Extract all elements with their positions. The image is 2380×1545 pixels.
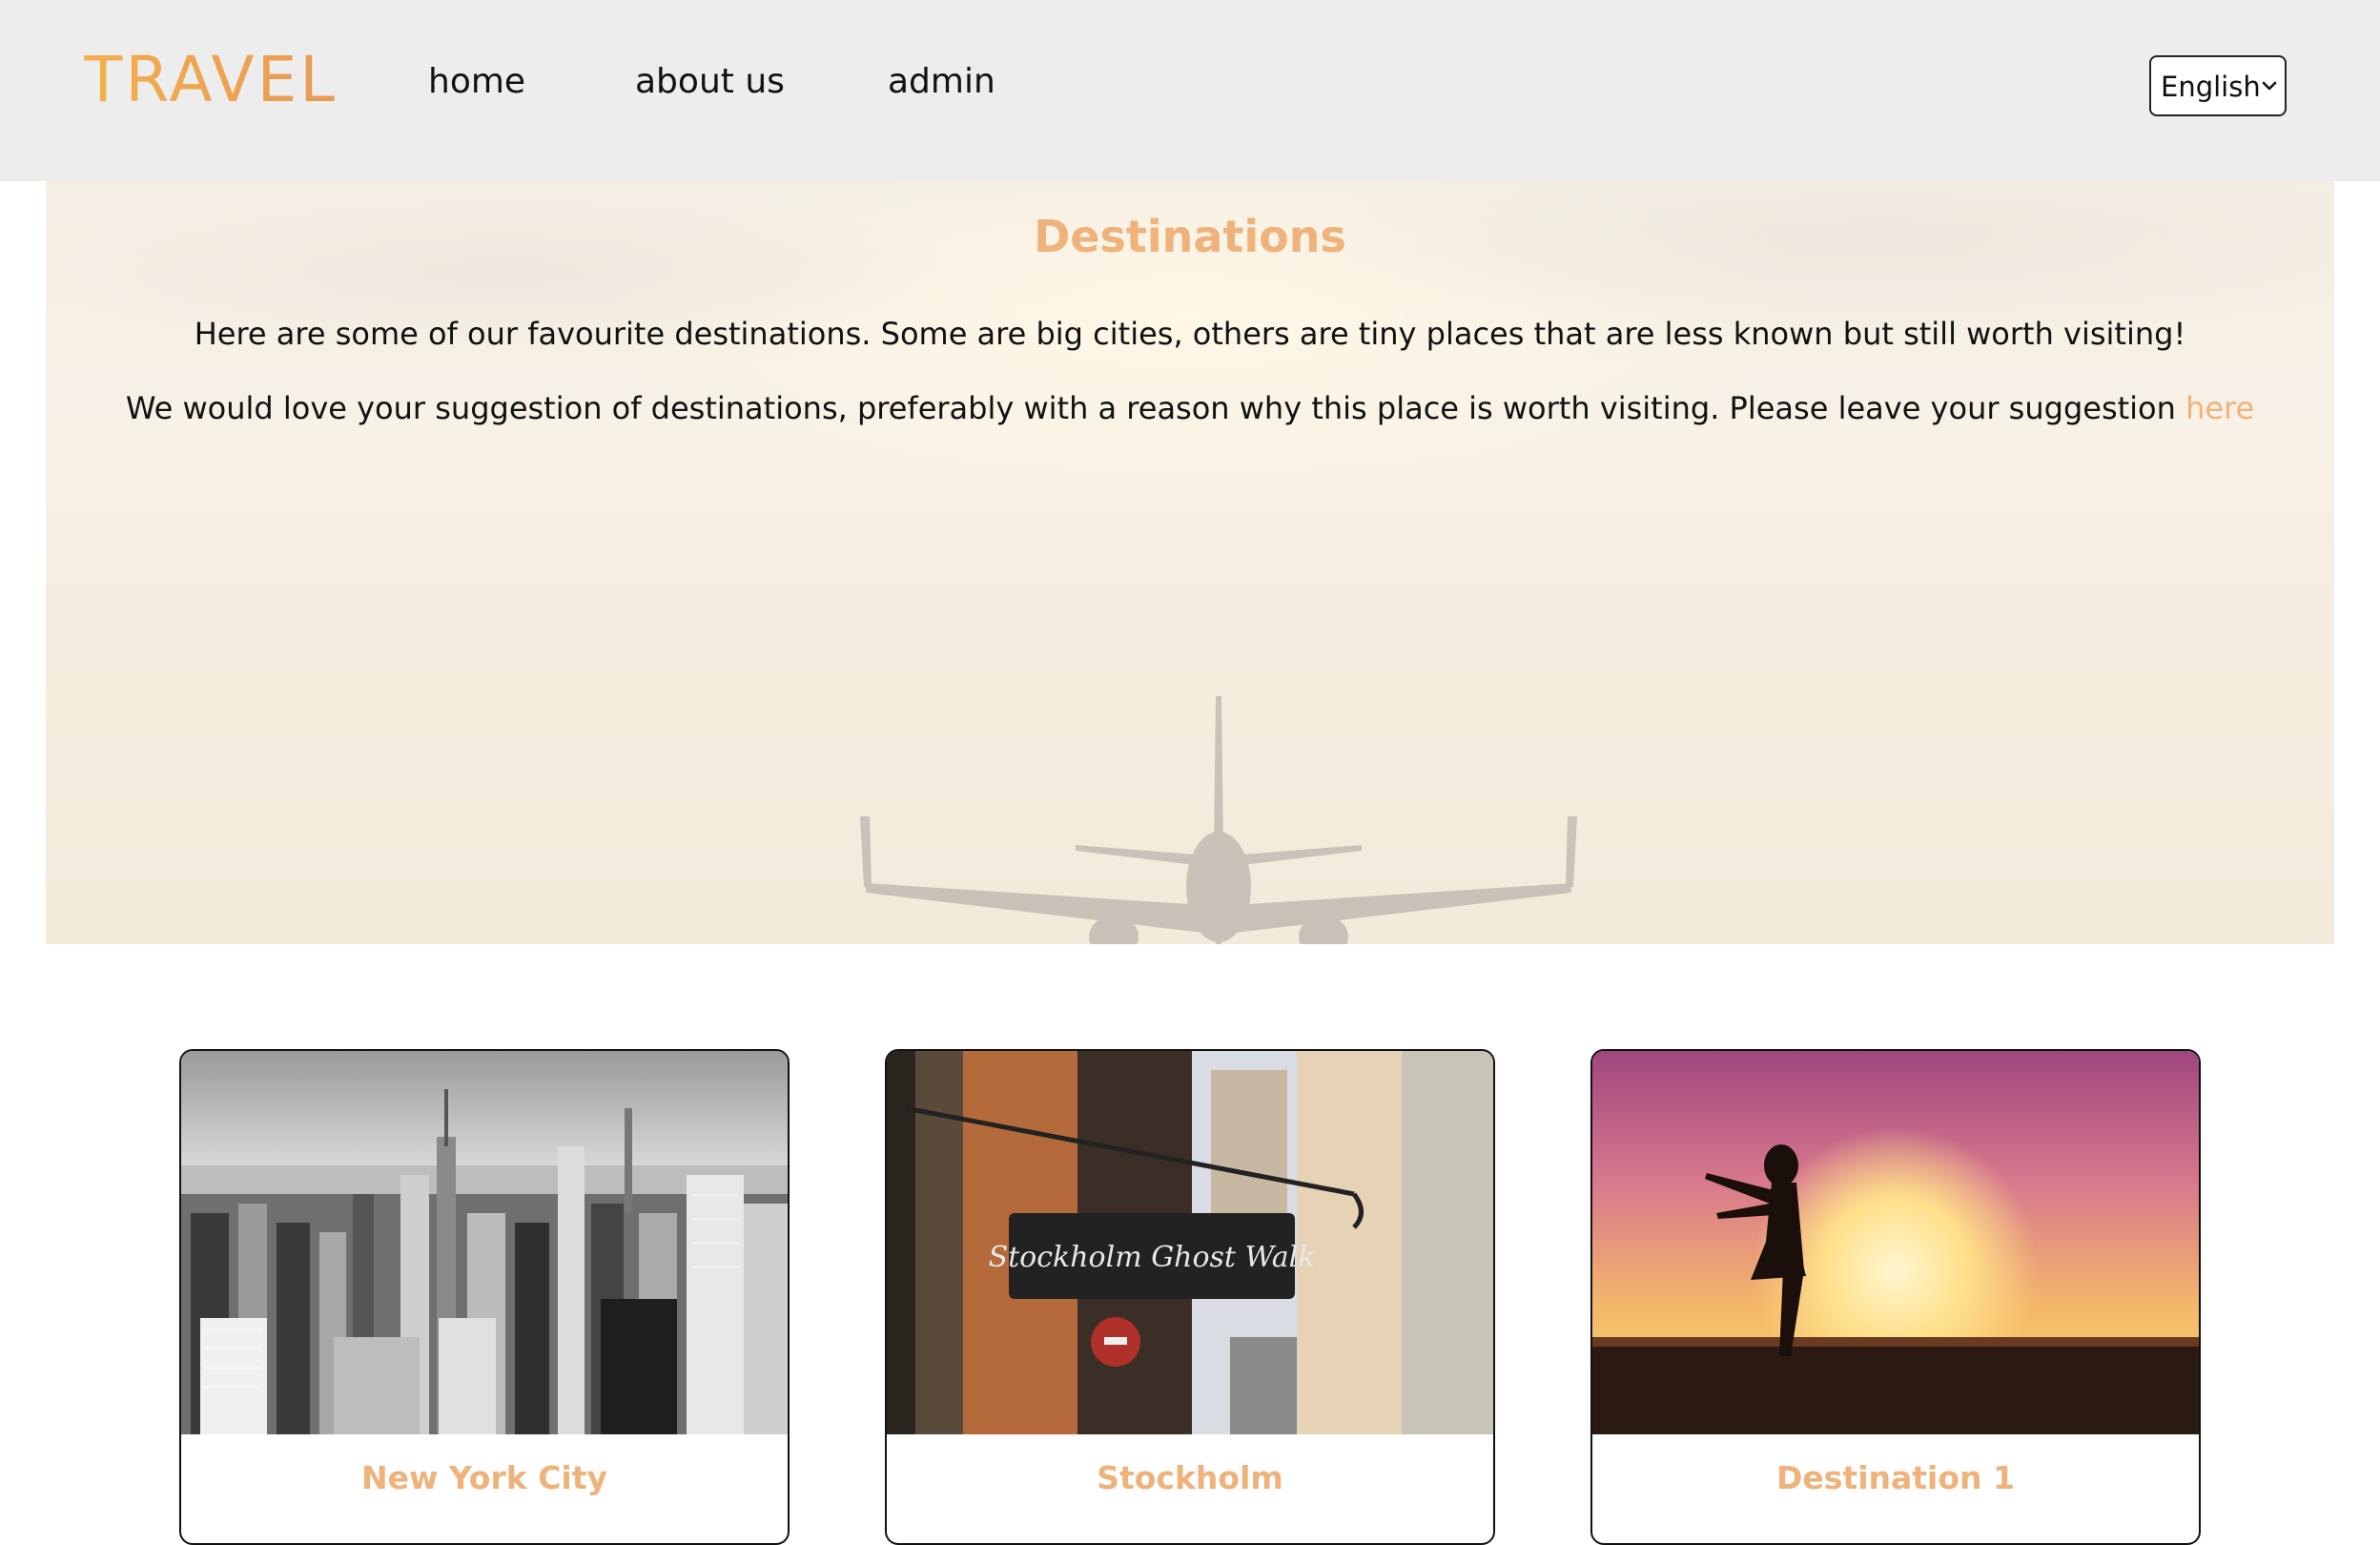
stockholm-image: Stockholm Ghost Walk	[887, 1051, 1493, 1434]
suggestion-link[interactable]: here	[2185, 390, 2254, 426]
sunset-silhouette-image	[1592, 1051, 2199, 1434]
nav-home[interactable]: home	[428, 59, 525, 105]
language-select[interactable]: English	[2149, 55, 2287, 116]
destination-title[interactable]: Destination 1	[1592, 1452, 2199, 1505]
sign-text: Stockholm Ghost Walk	[989, 1241, 1316, 1274]
airplane-image	[860, 696, 1577, 944]
destination-card-stockholm[interactable]: Stockholm Ghost Walk Stockholm	[885, 1049, 1495, 1545]
chevron-down-icon	[2262, 81, 2277, 91]
site-header: TRAVEL home about us admin English	[0, 0, 2380, 181]
page-title: Destinations	[1034, 211, 1346, 262]
hero-intro-text: Here are some of our favourite destinati…	[194, 316, 2186, 352]
destination-title[interactable]: Stockholm	[887, 1452, 1493, 1505]
new-york-skyline-image	[181, 1051, 788, 1434]
suggestion-sentence: We would love your suggestion of destina…	[125, 390, 2186, 426]
hero-banner: Destinations Here are some of our favour…	[46, 181, 2334, 944]
language-select-value: English	[2161, 71, 2261, 103]
destination-title[interactable]: New York City	[181, 1452, 788, 1505]
site-logo[interactable]: TRAVEL	[84, 42, 338, 118]
nav-about-us[interactable]: about us	[635, 59, 785, 105]
destination-card-new-york[interactable]: New York City	[179, 1049, 790, 1545]
hero-suggestion-text: We would love your suggestion of destina…	[46, 387, 2334, 429]
nav-admin[interactable]: admin	[888, 59, 995, 105]
destination-card-1[interactable]: Destination 1	[1590, 1049, 2201, 1545]
